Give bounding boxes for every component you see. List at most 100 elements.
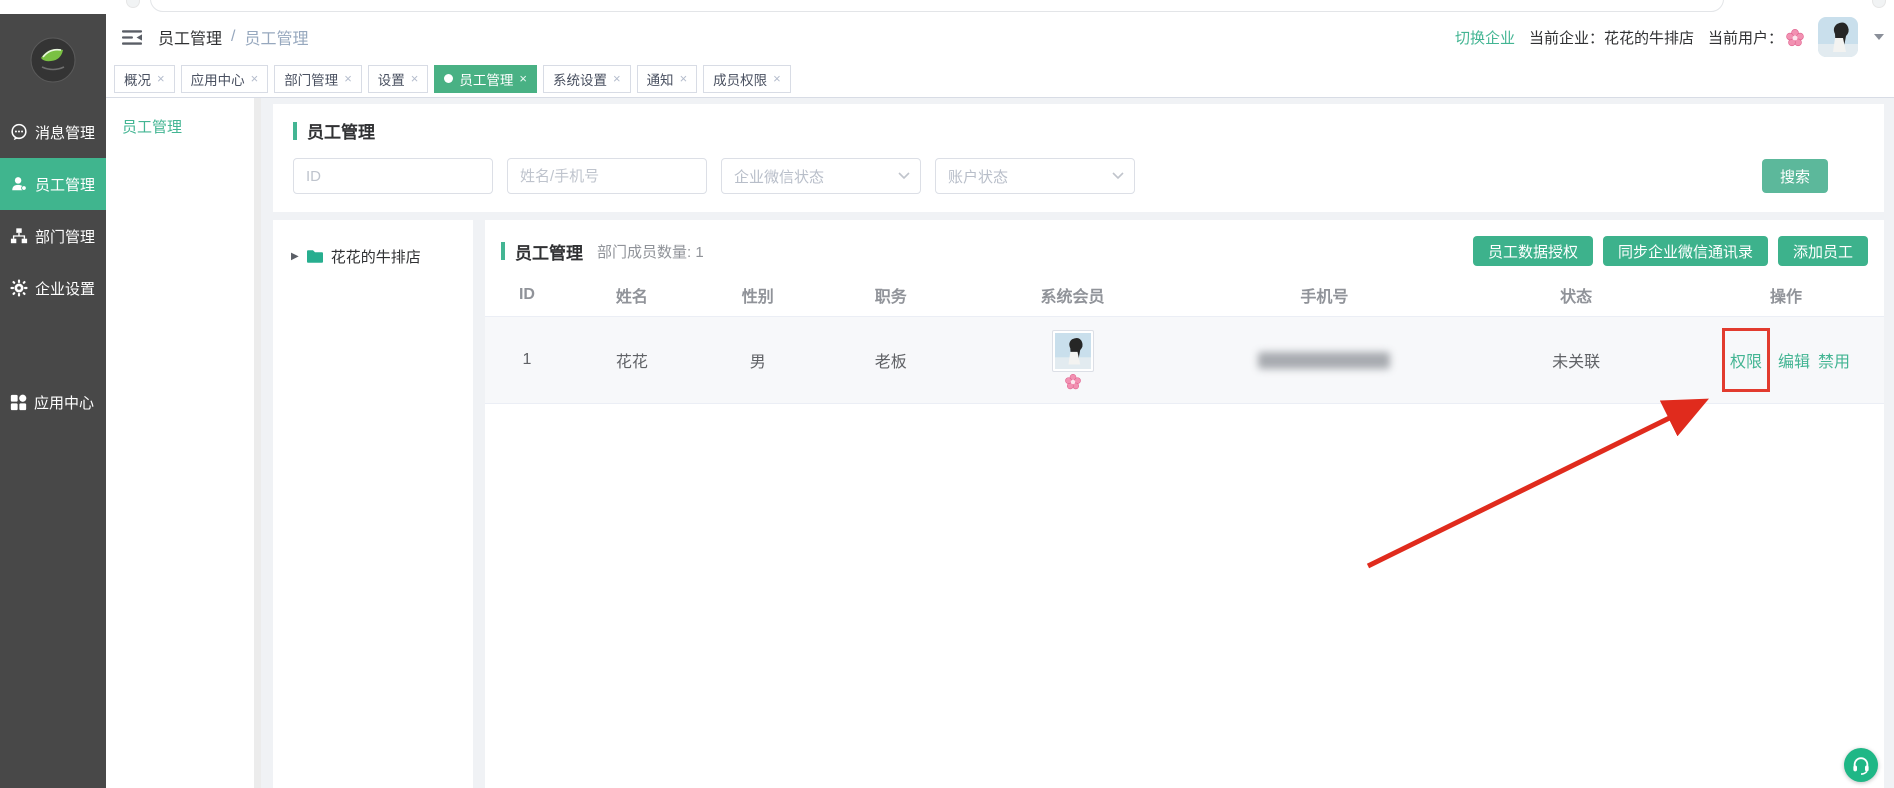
sync-wechat-contacts-button[interactable]: 同步企业微信通讯录 xyxy=(1603,236,1768,266)
tab-close-icon[interactable]: × xyxy=(251,71,259,86)
column-header-gender: 性别 xyxy=(695,283,821,307)
switch-company-link[interactable]: 切换企业 xyxy=(1455,27,1515,48)
current-user-label: 当前用户： xyxy=(1708,27,1783,48)
app-grid-icon xyxy=(10,394,27,411)
browser-address-bar[interactable] xyxy=(150,0,1724,12)
user-avatar[interactable] xyxy=(1818,17,1858,57)
cell-status: 未关联 xyxy=(1464,348,1688,372)
headset-icon xyxy=(1851,755,1871,775)
collapse-sidebar-button[interactable] xyxy=(122,29,142,46)
tab-close-icon[interactable]: × xyxy=(344,71,352,86)
folder-icon xyxy=(306,249,324,264)
tab-employees-active[interactable]: 员工管理 × xyxy=(434,65,537,93)
tab-close-icon[interactable]: × xyxy=(519,71,527,86)
browser-profile-icon xyxy=(1872,0,1886,8)
column-header-id: ID xyxy=(485,286,569,304)
current-company: 当前企业：花花的牛排店 xyxy=(1529,27,1694,48)
tab-close-icon[interactable]: × xyxy=(773,71,781,86)
department-icon xyxy=(10,227,28,245)
tab-close-icon[interactable]: × xyxy=(613,71,621,86)
chevron-down-icon xyxy=(898,172,910,180)
tab-label: 部门管理 xyxy=(284,69,338,89)
breadcrumb-item-current: 员工管理 xyxy=(244,25,308,49)
main-area: 员工管理 / 员工管理 切换企业 当前企业：花花的牛排店 当前用户： xyxy=(106,14,1894,788)
column-header-name: 姓名 xyxy=(569,283,695,307)
cell-actions: 权限 编辑 禁用 xyxy=(1688,328,1884,392)
disable-link[interactable]: 禁用 xyxy=(1818,348,1850,372)
breadcrumb-separator: / xyxy=(231,28,235,46)
topbar: 员工管理 / 员工管理 切换企业 当前企业：花花的牛排店 当前用户： xyxy=(106,14,1894,60)
table-toolbar: 员工数据授权 同步企业微信通讯录 添加员工 xyxy=(1473,236,1868,266)
tab-notifications[interactable]: 通知 × xyxy=(637,65,698,93)
message-icon xyxy=(10,123,28,141)
tab-departments[interactable]: 部门管理 × xyxy=(274,65,362,93)
sidebar-item-employees[interactable]: 员工管理 xyxy=(0,158,106,210)
title-accent-bar xyxy=(293,122,297,140)
highlight-red-box: 权限 xyxy=(1722,328,1770,392)
tab-label: 应用中心 xyxy=(191,69,245,89)
current-user: 当前用户： xyxy=(1708,27,1804,48)
account-status-select[interactable]: 账户状态 xyxy=(935,158,1135,194)
tree-node-root[interactable]: ▶ 花花的牛排店 xyxy=(291,246,473,267)
tab-close-icon[interactable]: × xyxy=(411,71,419,86)
sidebar-item-company-settings[interactable]: 企业设置 xyxy=(0,262,106,314)
tab-system-settings[interactable]: 系统设置 × xyxy=(543,65,631,93)
topbar-right: 切换企业 当前企业：花花的牛排店 当前用户： xyxy=(1455,17,1884,57)
workspace: 员工管理 员工管理 企业微信状态 xyxy=(106,98,1894,788)
tab-close-icon[interactable]: × xyxy=(157,71,165,86)
column-header-actions: 操作 xyxy=(1688,283,1884,307)
sidebar-item-app-center[interactable]: 应用中心 xyxy=(0,376,106,428)
member-avatar-photo xyxy=(1055,333,1091,369)
content-area: 员工管理 企业微信状态 账户状态 xyxy=(261,98,1894,788)
avatar-photo xyxy=(1818,17,1858,57)
search-button[interactable]: 搜索 xyxy=(1762,159,1828,193)
cell-member xyxy=(961,330,1185,390)
gear-icon xyxy=(10,279,28,297)
title-accent-bar xyxy=(501,242,505,260)
nav-content-divider xyxy=(254,98,261,788)
tab-label: 系统设置 xyxy=(553,69,607,89)
permission-link[interactable]: 权限 xyxy=(1730,354,1762,371)
secondary-nav-item-employees[interactable]: 员工管理 xyxy=(122,116,254,137)
id-input[interactable] xyxy=(293,158,493,194)
add-employee-button[interactable]: 添加员工 xyxy=(1778,236,1868,266)
current-company-name: 花花的牛排店 xyxy=(1604,30,1694,47)
edit-link[interactable]: 编辑 xyxy=(1778,348,1810,372)
tree-expand-caret-icon[interactable]: ▶ xyxy=(291,251,299,262)
name-phone-input[interactable] xyxy=(507,158,707,194)
redacted-phone-number xyxy=(1258,352,1390,369)
tab-label: 设置 xyxy=(378,69,405,89)
filter-card: 员工管理 企业微信状态 账户状态 xyxy=(273,104,1884,212)
user-menu-caret-icon[interactable] xyxy=(1874,34,1884,40)
tab-settings[interactable]: 设置 × xyxy=(368,65,429,93)
customer-service-button[interactable] xyxy=(1844,748,1878,782)
sidebar-item-messages[interactable]: 消息管理 xyxy=(0,106,106,158)
data-authorize-button[interactable]: 员工数据授权 xyxy=(1473,236,1593,266)
breadcrumb-item[interactable]: 员工管理 xyxy=(158,25,222,49)
sidebar: 消息管理 员工管理 部门管理 xyxy=(0,14,106,788)
tab-label: 员工管理 xyxy=(459,69,513,89)
table-header-bar: 员工管理 部门成员数量: 1 员工数据授权 同步企业微信通讯录 添加员工 xyxy=(485,236,1884,266)
column-header-member: 系统会员 xyxy=(961,283,1185,307)
table-title: 员工管理 xyxy=(501,239,583,264)
flower-emoji-icon xyxy=(1786,29,1804,47)
tab-label: 概况 xyxy=(124,69,151,89)
tabbar: 概况 × 应用中心 × 部门管理 × 设置 × 员工管理 × 系统设置 xyxy=(106,60,1894,98)
table-row: 1 花花 男 老板 xyxy=(485,316,1884,404)
active-tab-dot xyxy=(444,74,453,83)
tab-app-center[interactable]: 应用中心 × xyxy=(181,65,269,93)
member-flower-icon xyxy=(1065,374,1081,390)
tab-label: 通知 xyxy=(647,69,674,89)
wechat-status-select[interactable]: 企业微信状态 xyxy=(721,158,921,194)
tab-member-permissions[interactable]: 成员权限 × xyxy=(703,65,791,93)
cell-id: 1 xyxy=(485,351,569,369)
sidebar-item-departments[interactable]: 部门管理 xyxy=(0,210,106,262)
tab-overview[interactable]: 概况 × xyxy=(114,65,175,93)
department-tree-panel: ▶ 花花的牛排店 xyxy=(273,220,473,788)
cell-name: 花花 xyxy=(569,348,695,372)
sidebar-item-label: 企业设置 xyxy=(35,278,95,299)
cell-gender: 男 xyxy=(695,348,821,372)
tab-close-icon[interactable]: × xyxy=(680,71,688,86)
tab-label: 成员权限 xyxy=(713,69,767,89)
filter-card-title: 员工管理 xyxy=(293,118,1864,143)
